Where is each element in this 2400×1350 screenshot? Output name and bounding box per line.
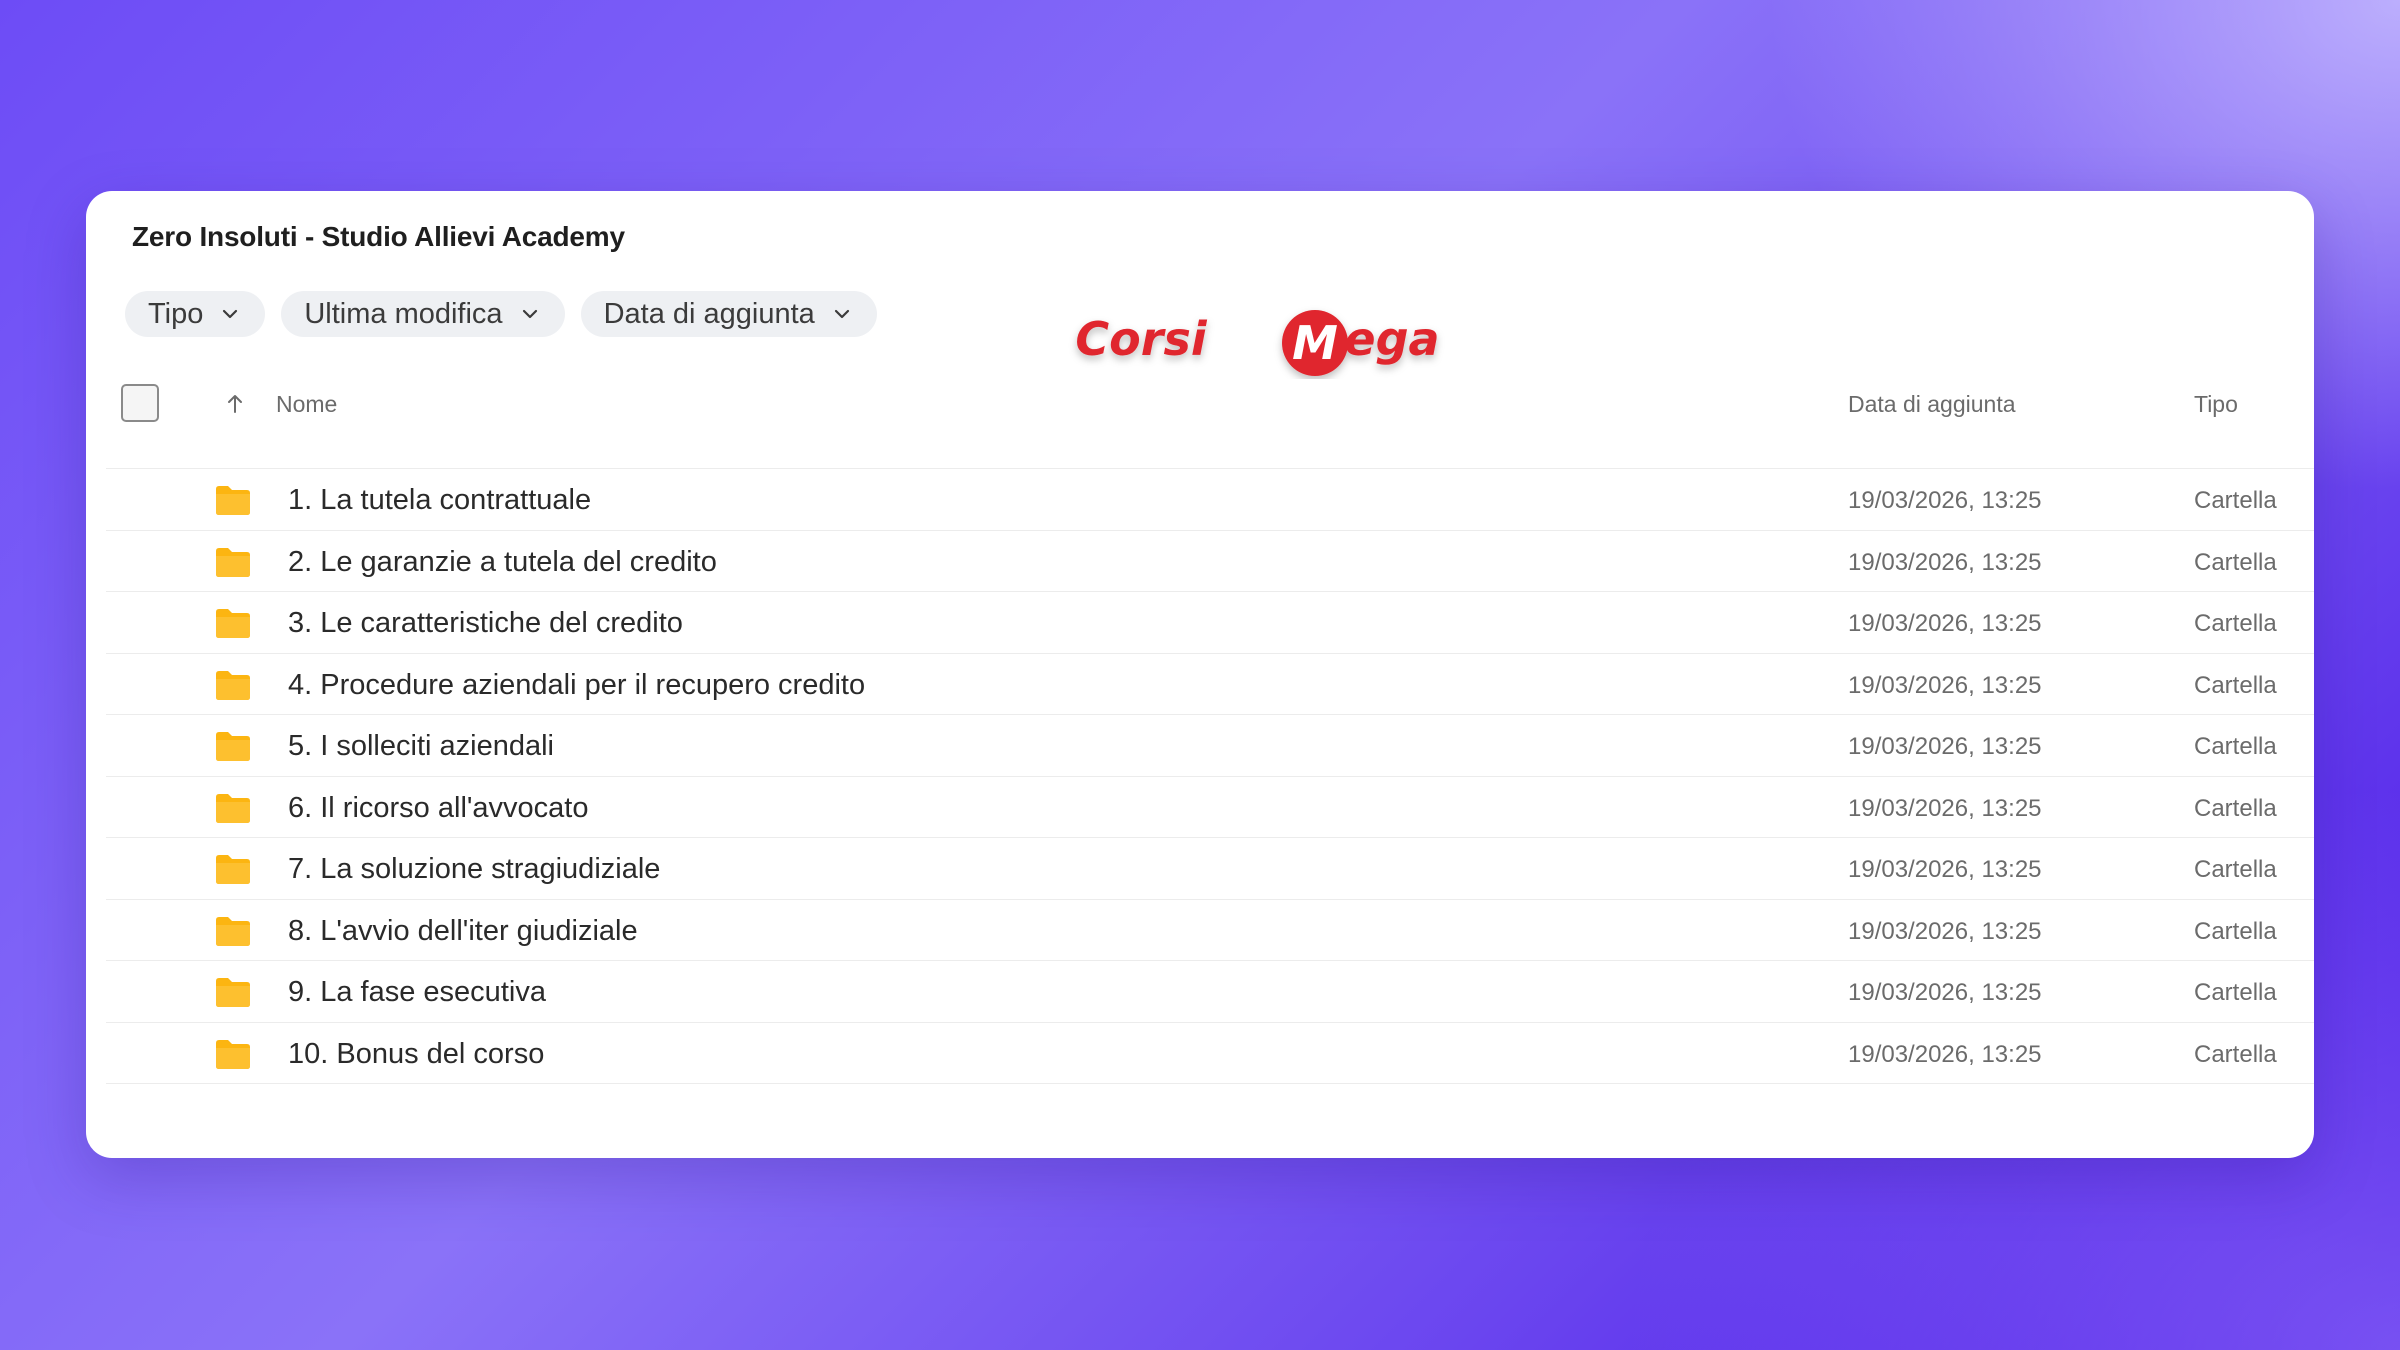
chevron-down-icon (519, 303, 541, 325)
row-date-added: 19/03/2026, 13:25 (1848, 733, 2042, 760)
folder-icon (214, 853, 252, 885)
page-title: Zero Insoluti - Studio Allievi Academy (132, 221, 625, 252)
row-type: Cartella (2194, 548, 2277, 576)
filter-bar: Tipo Ultima modifica Data di aggiunta (125, 291, 877, 337)
row-type: Cartella (2194, 1040, 2277, 1068)
row-date-added: 19/03/2026, 13:25 (1848, 917, 2042, 945)
row-name: 1. La tutela contrattuale (288, 484, 592, 516)
row-date-added: 19/03/2026, 13:25 (1848, 487, 2042, 514)
corsi-mega-watermark-logo: Corsi M ega (1075, 310, 1440, 376)
table-row[interactable]: 9. La fase esecutiva 19/03/2026, 13:25 Car… (106, 961, 2314, 1022)
column-header-type[interactable]: Tipo (2194, 391, 2238, 417)
column-header-name[interactable]: Nome (276, 391, 337, 417)
table-row[interactable]: 1. La tutela contrattuale 19/03/2026, 13:… (106, 469, 2314, 530)
row-name: 7. La soluzione stragiudiziale (288, 853, 661, 885)
filter-label: Tipo (148, 297, 204, 330)
select-all-checkbox[interactable] (121, 384, 159, 422)
row-date-added: 19/03/2026, 13:25 (1848, 979, 2042, 1006)
table-row[interactable]: 3. Le caratteristiche del credito 19/03/2… (106, 592, 2314, 653)
row-type: Cartella (2194, 856, 2277, 883)
row-type: Cartella (2194, 917, 2277, 945)
row-type: Cartella (2194, 487, 2277, 514)
row-name: 10. Bonus del corso (288, 1037, 545, 1070)
filter-ultima-modifica-button[interactable]: Ultima modifica (281, 291, 565, 337)
table-row[interactable]: 8. L'avvio dell'iter giudiziale 19/03/202… (106, 900, 2314, 961)
row-name: 9. La fase esecutiva (288, 976, 546, 1008)
logo-text-left: Corsi (1075, 312, 1207, 366)
row-type: Cartella (2194, 610, 2277, 637)
row-date-added: 19/03/2026, 13:25 (1848, 671, 2042, 699)
row-name: 5. I solleciti aziendali (288, 730, 554, 762)
row-type: Cartella (2194, 733, 2277, 760)
filter-tipo-button[interactable]: Tipo (125, 291, 266, 337)
table-row[interactable]: 6. Il ricorso all'avvocato 19/03/2026, 13… (106, 777, 2314, 838)
row-type: Cartella (2194, 979, 2277, 1006)
row-date-added: 19/03/2026, 13:25 (1848, 794, 2042, 822)
row-date-added: 19/03/2026, 13:25 (1848, 610, 2042, 637)
folder-icon (214, 484, 252, 516)
table-row[interactable]: 5. I solleciti aziendali 19/03/2026, 13:2… (106, 715, 2314, 776)
filter-label: Ultima modifica (304, 297, 503, 330)
logo-text-right: ega (1344, 312, 1439, 366)
column-header-date-added[interactable]: Data di aggiunta (1848, 391, 2016, 417)
table-row[interactable]: 4. Procedure aziendali per il recupero c… (106, 654, 2314, 715)
chevron-down-icon (831, 303, 853, 325)
folder-icon (214, 669, 252, 701)
row-date-added: 19/03/2026, 13:25 (1848, 548, 2042, 576)
folder-icon (214, 607, 252, 639)
row-divider (106, 1083, 2314, 1084)
row-name: 3. Le caratteristiche del credito (288, 607, 683, 639)
row-date-added: 19/03/2026, 13:25 (1848, 1040, 2042, 1068)
folder-icon (214, 1038, 252, 1070)
table-row[interactable]: 10. Bonus del corso 19/03/2026, 13:25 Cart… (106, 1023, 2314, 1084)
row-name: 2. Le garanzie a tutela del credito (288, 545, 717, 578)
file-browser-panel: Zero Insoluti - Studio Allievi Academy T… (86, 191, 2314, 1158)
table-row[interactable]: 2. Le garanzie a tutela del credito 19/03… (106, 531, 2314, 592)
folder-icon (214, 976, 252, 1008)
chevron-down-icon (219, 303, 241, 325)
row-type: Cartella (2194, 671, 2277, 699)
table-row[interactable]: 7. La soluzione stragiudiziale 19/03/2026… (106, 838, 2314, 899)
filter-label: Data di aggiunta (603, 297, 815, 330)
filter-data-di-aggiunta-button[interactable]: Data di aggiunta (580, 291, 877, 337)
arrow-up-icon[interactable] (222, 391, 248, 417)
folder-icon (214, 546, 252, 578)
row-name: 4. Procedure aziendali per il recupero c… (288, 668, 866, 701)
folder-icon (214, 915, 252, 947)
row-date-added: 19/03/2026, 13:25 (1848, 856, 2042, 883)
row-type: Cartella (2194, 794, 2277, 822)
row-name: 6. Il ricorso all'avvocato (288, 791, 589, 824)
folder-icon (214, 730, 252, 762)
folder-icon (214, 792, 252, 824)
row-name: 8. L'avvio dell'iter giudiziale (288, 914, 638, 947)
logo-badge-letter: M (1292, 316, 1338, 370)
